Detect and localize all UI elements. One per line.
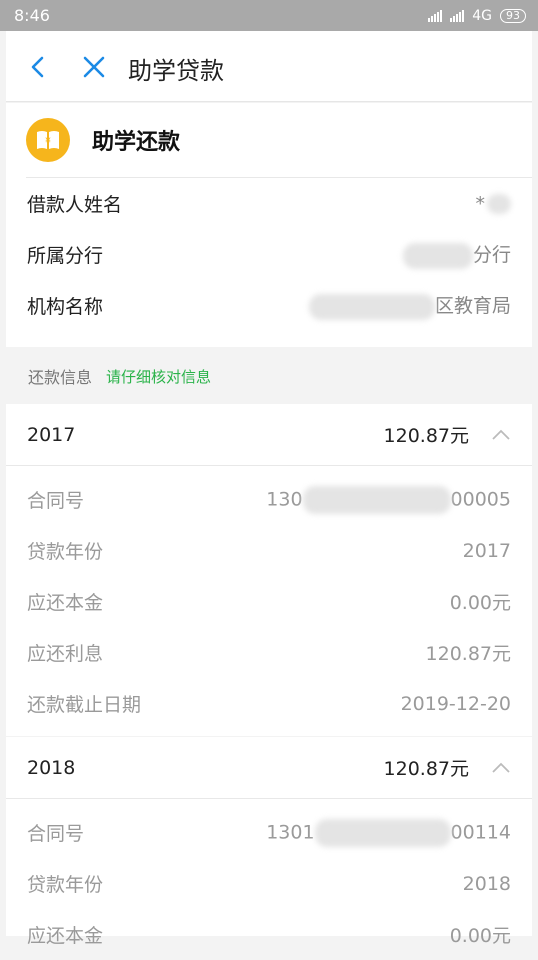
branch-label: 所属分行: [27, 245, 104, 267]
interest-row: 应还利息 120.87元: [6, 627, 532, 678]
loan-title: 助学还款: [92, 130, 181, 155]
contract-label: 合同号: [27, 490, 85, 512]
contract-value: 130 00005: [266, 485, 511, 514]
close-icon[interactable]: [82, 55, 106, 79]
borrower-name-value: *: [476, 193, 511, 215]
redacted-blur: [308, 293, 435, 320]
chevron-up-icon[interactable]: [491, 762, 511, 774]
book-yuan-icon: ¥: [26, 118, 70, 162]
loan-year-label: 贷款年份: [27, 874, 104, 896]
interest-value: 120.87元: [425, 643, 511, 665]
borrower-name-row: 借款人姓名 *: [6, 178, 532, 229]
principal-label: 应还本金: [27, 925, 104, 947]
status-time: 8:46: [14, 6, 50, 25]
status-bar: 8:46 4G 93: [0, 0, 538, 31]
principal-row: 应还本金 0.00元: [6, 576, 532, 627]
contract-value: 1301 00114: [266, 818, 511, 847]
year-header-2018[interactable]: 2018 120.87元: [6, 737, 532, 799]
repayment-section-header: 还款信息 请仔细核对信息: [6, 348, 532, 404]
chevron-up-icon[interactable]: [491, 429, 511, 441]
redacted-blur: [402, 242, 473, 269]
due-date-value: 2019-12-20: [400, 692, 511, 715]
contract-row: 合同号 1301 00114: [6, 807, 532, 858]
repayment-label: 还款信息: [28, 368, 93, 387]
back-icon[interactable]: [26, 55, 50, 79]
network-type: 4G: [472, 7, 492, 24]
page-title: 助学贷款: [128, 57, 224, 85]
battery-icon: 93: [500, 8, 526, 23]
loan-year-label: 贷款年份: [27, 541, 104, 563]
signal-icon: [428, 9, 443, 22]
principal-label: 应还本金: [27, 592, 104, 614]
year-label: 2018: [27, 756, 76, 779]
year-amount: 120.87元: [383, 758, 469, 780]
loan-year-value: 2017: [462, 539, 511, 562]
due-date-label: 还款截止日期: [27, 694, 142, 716]
signal-icon-2: [450, 9, 465, 22]
loan-year-row: 贷款年份 2017: [6, 525, 532, 576]
interest-label: 应还利息: [27, 643, 104, 665]
loan-year-row: 贷款年份 2018: [6, 858, 532, 909]
loan-header: ¥ 助学还款: [26, 103, 532, 178]
year-card-2018: 2018 120.87元 合同号 1301 00114 贷款年份 2018 应还本…: [6, 737, 532, 947]
year-card-2017: 2017 120.87元 合同号 130 00005 贷款年份 2017 应还本金…: [6, 404, 532, 736]
branch-value: 分行: [402, 240, 511, 269]
institution-label: 机构名称: [27, 296, 104, 318]
loan-year-value: 2018: [462, 872, 511, 895]
redacted-blur: [487, 194, 511, 214]
branch-row: 所属分行 分行: [6, 229, 532, 280]
principal-row: 应还本金 0.00元: [6, 909, 532, 960]
institution-value: 区教育局: [308, 291, 511, 320]
loan-info-card: ¥ 助学还款 借款人姓名 * 所属分行 分行 机构名称 区教育局: [6, 103, 532, 347]
institution-row: 机构名称 区教育局: [6, 280, 532, 331]
contract-label: 合同号: [27, 823, 85, 845]
verify-hint: 请仔细核对信息: [106, 367, 212, 386]
borrower-name-label: 借款人姓名: [27, 194, 123, 216]
principal-value: 0.00元: [449, 925, 511, 947]
title-bar: 助学贷款: [6, 31, 532, 102]
year-label: 2017: [27, 423, 76, 446]
status-indicators: 4G 93: [428, 8, 526, 24]
due-date-row: 还款截止日期 2019-12-20: [6, 678, 532, 729]
svg-text:¥: ¥: [45, 137, 51, 147]
redacted-blur: [314, 818, 451, 847]
year-amount: 120.87元: [383, 425, 469, 447]
redacted-blur: [302, 485, 451, 514]
year-header-2017[interactable]: 2017 120.87元: [6, 404, 532, 466]
contract-row: 合同号 130 00005: [6, 474, 532, 525]
principal-value: 0.00元: [449, 592, 511, 614]
